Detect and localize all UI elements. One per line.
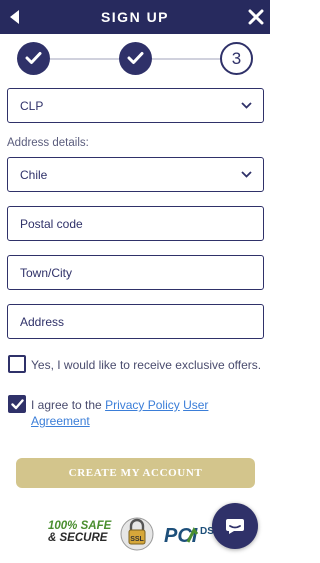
progress-stepper: 3	[0, 40, 270, 78]
agree-checkbox[interactable]	[8, 395, 26, 413]
town-city-input[interactable]	[8, 256, 263, 289]
page-title: SIGN UP	[100, 9, 170, 25]
postal-code-field	[7, 206, 264, 241]
safe-line1: 100% SAFE	[48, 520, 112, 532]
town-city-field	[7, 255, 264, 290]
agree-prefix: I agree to the	[31, 398, 102, 412]
close-icon[interactable]	[246, 7, 266, 27]
step-1-complete	[17, 42, 50, 75]
agree-label: I agree to the Privacy Policy User Agree…	[31, 397, 256, 429]
currency-value: CLP	[20, 99, 44, 113]
country-select[interactable]: Chile	[7, 157, 264, 192]
pci-text: PCI	[164, 525, 198, 547]
address-input[interactable]	[8, 305, 263, 338]
step-connector	[152, 58, 222, 60]
step-connector	[50, 58, 120, 60]
chat-button[interactable]	[212, 503, 258, 549]
check-icon	[127, 52, 144, 64]
address-field	[7, 304, 264, 339]
offers-checkbox[interactable]	[8, 355, 26, 373]
country-value: Chile	[20, 168, 48, 182]
ssl-lock-icon: SSL	[120, 517, 154, 551]
offers-label: Yes, I would like to receive exclusive o…	[31, 358, 262, 372]
chat-icon	[226, 519, 244, 534]
postal-code-input[interactable]	[8, 207, 263, 240]
check-icon	[11, 399, 24, 410]
pci-dss-icon: PCI DSS	[164, 525, 216, 547]
address-section-label: Address details:	[7, 137, 89, 149]
privacy-policy-link[interactable]: Privacy Policy	[105, 398, 180, 412]
chevron-down-icon	[241, 102, 252, 109]
ssl-text: SSL	[130, 536, 144, 543]
header-bar: SIGN UP	[0, 0, 270, 34]
step-3-current: 3	[220, 42, 253, 75]
safe-line2: & SECURE	[48, 532, 108, 544]
currency-select[interactable]: CLP	[7, 88, 264, 123]
check-icon	[25, 52, 42, 64]
step-2-complete	[119, 42, 152, 75]
safe-secure-badge: 100% SAFE & SECURE	[48, 520, 111, 544]
chevron-down-icon	[241, 171, 252, 178]
create-account-button[interactable]: CREATE MY ACCOUNT	[16, 458, 255, 488]
